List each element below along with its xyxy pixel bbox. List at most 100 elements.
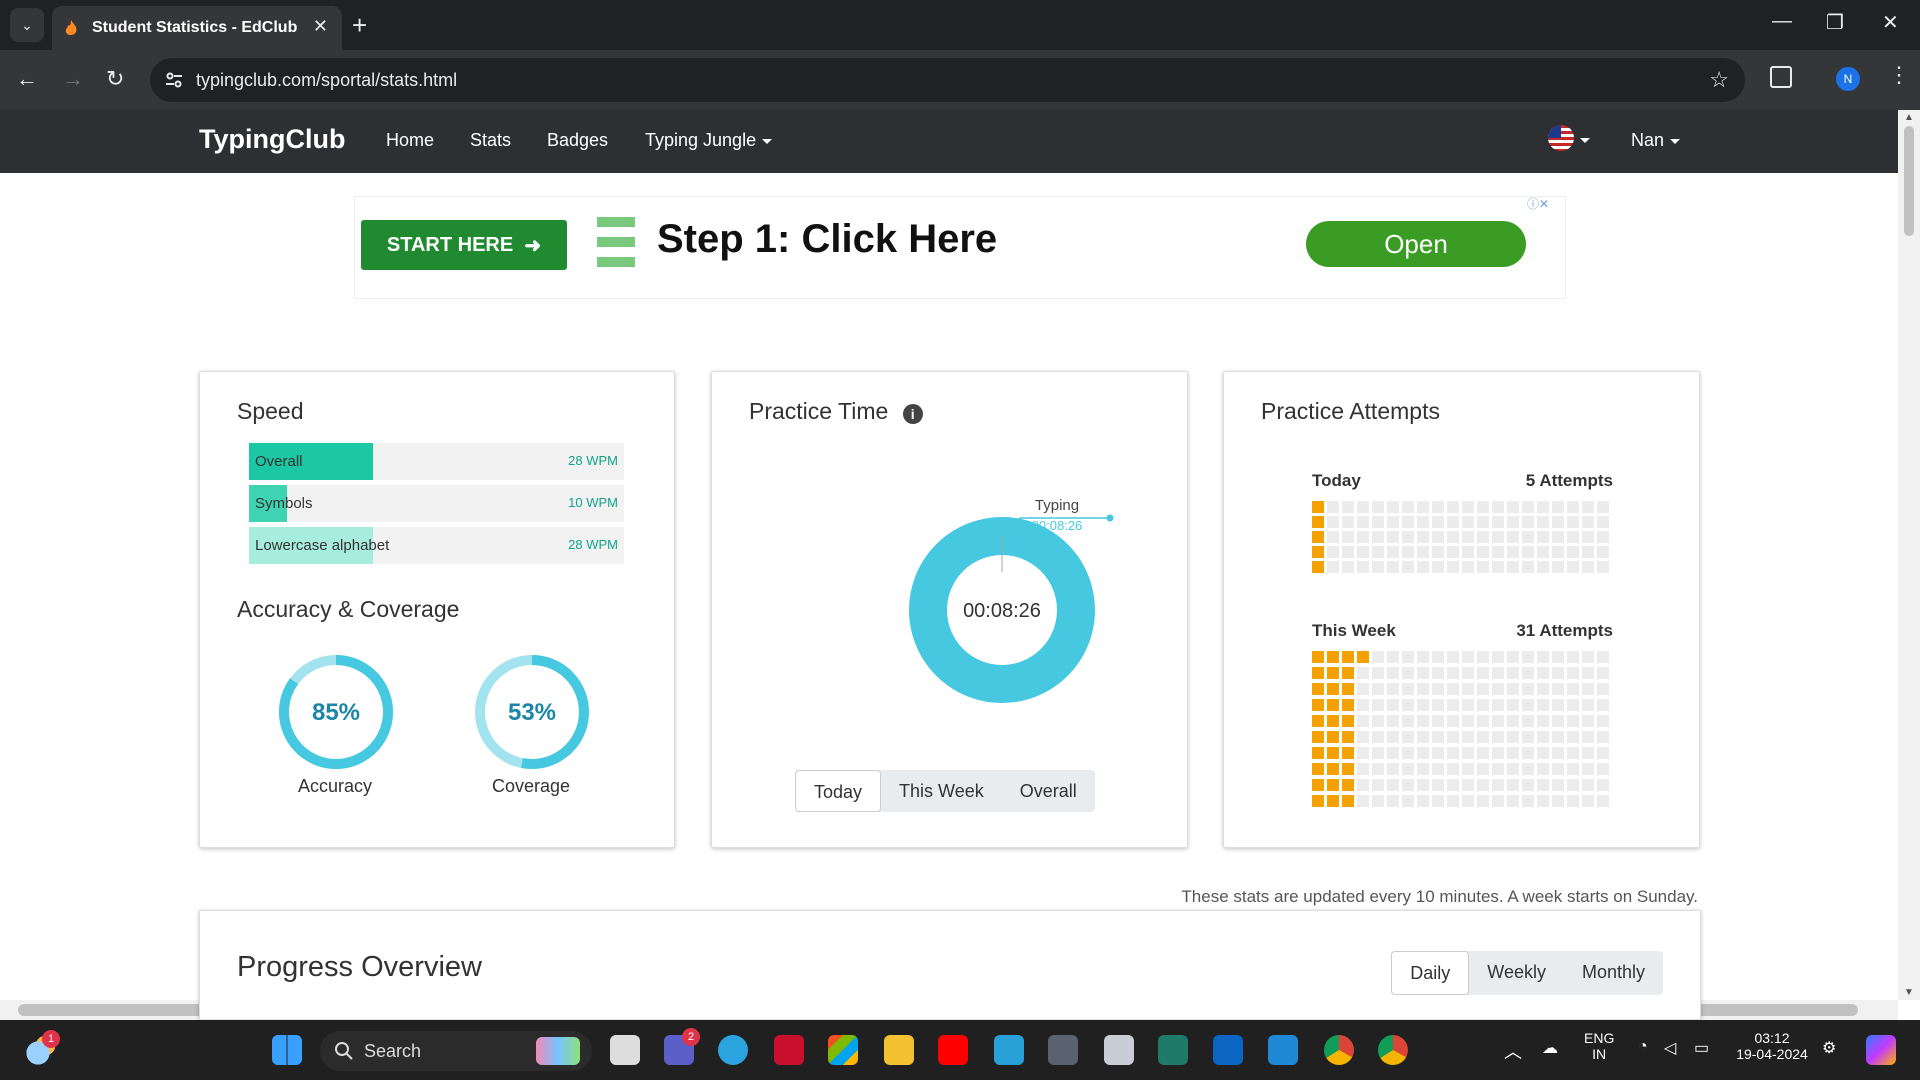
site-info-icon[interactable]: [164, 70, 184, 90]
attempt-cell: [1327, 516, 1339, 528]
attempt-cell: [1597, 731, 1609, 743]
vscode-icon[interactable]: [1268, 1035, 1298, 1065]
youtube-icon[interactable]: [938, 1035, 968, 1065]
speed-title: Speed: [237, 398, 304, 424]
attempt-cell: [1312, 546, 1324, 558]
mcafee-icon[interactable]: [774, 1035, 804, 1065]
attempt-cell: [1327, 561, 1339, 573]
attempt-cell: [1582, 546, 1594, 558]
attempt-cell: [1492, 667, 1504, 679]
donut-center-time: 00:08:26: [963, 600, 1041, 622]
ad-logo-icon: [597, 217, 635, 269]
attempt-cell: [1387, 683, 1399, 695]
attempt-cell: [1327, 795, 1339, 807]
calculator-icon[interactable]: [1048, 1035, 1078, 1065]
minimize-icon[interactable]: —: [1772, 10, 1792, 33]
tab-overall[interactable]: Overall: [1002, 770, 1095, 812]
attempt-cell: [1312, 667, 1324, 679]
attempt-cell: [1507, 699, 1519, 711]
attempt-cell: [1597, 795, 1609, 807]
mail-icon[interactable]: [1104, 1035, 1134, 1065]
attempt-cell: [1372, 731, 1384, 743]
settings-gear-icon[interactable]: ⚙: [1822, 1038, 1836, 1058]
tray-overflow-icon[interactable]: ︿: [1504, 1038, 1522, 1064]
nav-stats[interactable]: Stats: [470, 130, 511, 151]
attempt-cell: [1447, 715, 1459, 727]
telegram-icon[interactable]: [718, 1035, 748, 1065]
file-explorer-icon[interactable]: [884, 1035, 914, 1065]
back-icon[interactable]: ←: [16, 66, 38, 92]
ad-start-here-button[interactable]: START HERE ➜: [361, 220, 567, 270]
tab-monthly[interactable]: Monthly: [1564, 951, 1663, 995]
attempt-cell: [1462, 683, 1474, 695]
attempt-cell: [1462, 516, 1474, 528]
scroll-up-icon[interactable]: ▲: [1904, 112, 1914, 123]
attempt-cell: [1417, 651, 1429, 663]
nav-badges[interactable]: Badges: [547, 130, 608, 151]
attempt-cell: [1522, 546, 1534, 558]
chrome-icon[interactable]: [1324, 1035, 1354, 1065]
language-indicator[interactable]: ENG IN: [1584, 1030, 1614, 1062]
clock[interactable]: 03:12 19-04-2024: [1734, 1030, 1810, 1062]
language-chevron-down-icon[interactable]: [1580, 138, 1590, 143]
url-omnibox[interactable]: typingclub.com/sportal/stats.html ☆: [150, 58, 1745, 102]
restore-icon[interactable]: ❐: [1826, 10, 1844, 35]
onedrive-icon[interactable]: ☁: [1542, 1038, 1558, 1058]
new-tab-button[interactable]: +: [352, 10, 367, 40]
nav-home[interactable]: Home: [386, 130, 434, 151]
ad-banner[interactable]: START HERE ➜ Step 1: Click Here Open ⓘ✕: [354, 196, 1566, 299]
vertical-scrollbar[interactable]: ▲ ▼: [1898, 110, 1920, 1000]
attempt-cell: [1552, 747, 1564, 759]
windows-start-icon[interactable]: [272, 1035, 302, 1065]
attempt-cell: [1342, 667, 1354, 679]
browser-tab[interactable]: Student Statistics - EdClub ✕: [52, 6, 342, 50]
tab-today[interactable]: Today: [795, 770, 882, 812]
us-flag-icon[interactable]: [1548, 125, 1574, 151]
battery-icon[interactable]: ▭: [1694, 1038, 1709, 1058]
browser-menu-icon[interactable]: ⋮: [1888, 62, 1910, 88]
accuracy-value: 85%: [312, 699, 360, 726]
taskbar-search[interactable]: Search: [320, 1031, 592, 1071]
attempt-cell: [1342, 763, 1354, 775]
attempt-cell: [1327, 683, 1339, 695]
attempt-cell: [1387, 715, 1399, 727]
tab-search-icon[interactable]: ⌄: [10, 8, 44, 42]
practice-time-range-tabs: Today This Week Overall: [795, 770, 1095, 812]
notepad-icon[interactable]: [994, 1035, 1024, 1065]
tab-daily[interactable]: Daily: [1391, 951, 1470, 995]
region-label: IN: [1592, 1046, 1607, 1062]
linkedin-icon[interactable]: [1213, 1035, 1243, 1065]
volume-icon[interactable]: ◁: [1664, 1038, 1676, 1058]
microsoft-store-icon[interactable]: [828, 1035, 858, 1065]
attempt-cell: [1402, 516, 1414, 528]
ad-close-icon[interactable]: ⓘ✕: [1527, 195, 1549, 212]
attempt-cell: [1312, 561, 1324, 573]
reload-icon[interactable]: ↻: [106, 66, 124, 92]
nav-typing-jungle[interactable]: Typing Jungle: [645, 130, 773, 151]
info-icon[interactable]: i: [902, 404, 923, 424]
task-view-icon[interactable]: [610, 1035, 640, 1065]
user-menu[interactable]: Nan: [1631, 130, 1681, 151]
profile-avatar[interactable]: N: [1836, 67, 1860, 91]
scroll-down-icon[interactable]: ▼: [1904, 987, 1914, 998]
wifi-icon[interactable]: ◔: [1638, 1038, 1648, 1056]
copilot-icon[interactable]: [1866, 1035, 1896, 1065]
ad-cta-label: START HERE: [386, 233, 514, 256]
chatgpt-icon[interactable]: [1158, 1035, 1188, 1065]
close-window-icon[interactable]: ✕: [1882, 10, 1899, 35]
attempt-cell: [1402, 651, 1414, 663]
attempt-cell: [1402, 699, 1414, 711]
ad-open-button[interactable]: Open: [1306, 221, 1526, 267]
vertical-scroll-thumb[interactable]: [1904, 126, 1914, 236]
chrome-profile-icon[interactable]: [1378, 1035, 1408, 1065]
close-tab-icon[interactable]: ✕: [313, 16, 328, 37]
extensions-icon[interactable]: [1770, 66, 1792, 88]
attempt-cell: [1462, 795, 1474, 807]
tab-weekly[interactable]: Weekly: [1469, 951, 1564, 995]
bookmark-star-icon[interactable]: ☆: [1709, 67, 1729, 93]
site-logo[interactable]: TypingClub: [199, 124, 345, 155]
attempt-cell: [1432, 516, 1444, 528]
attempt-cell: [1597, 651, 1609, 663]
forward-icon[interactable]: →: [62, 66, 84, 92]
tab-this-week[interactable]: This Week: [881, 770, 1002, 812]
